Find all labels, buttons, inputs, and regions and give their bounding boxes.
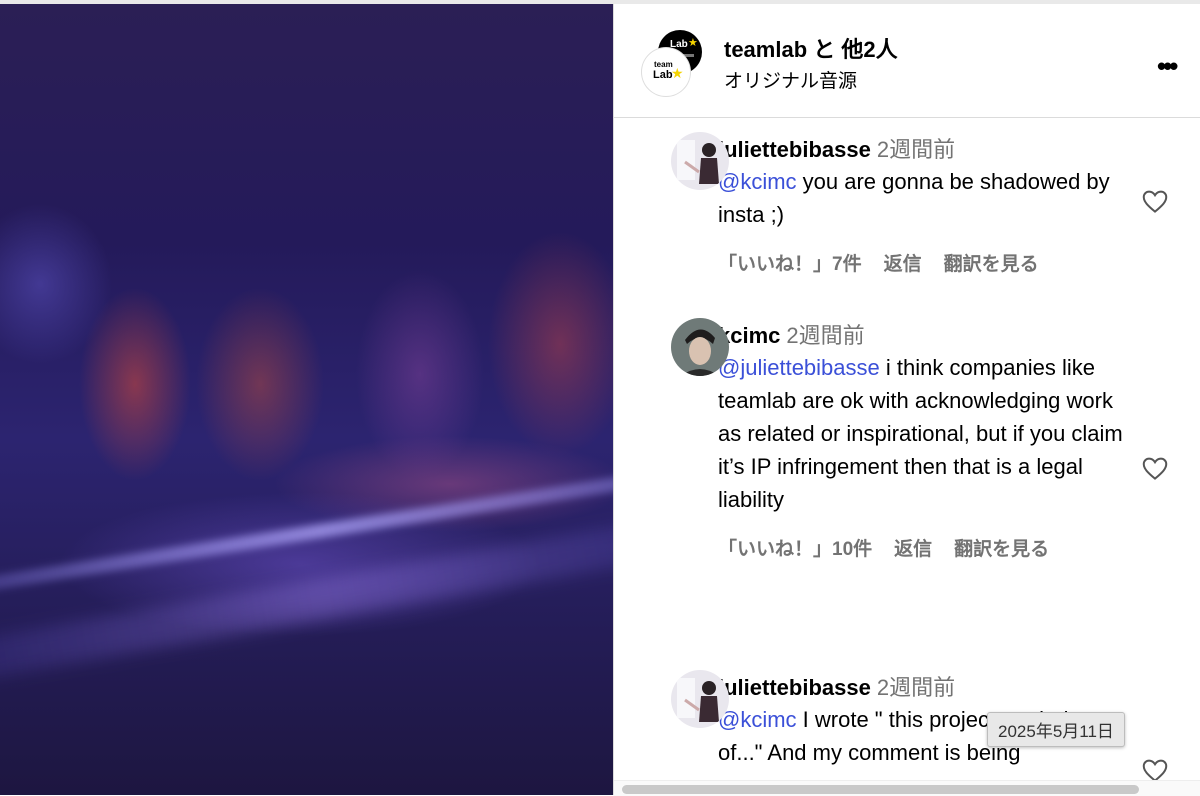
comment-list[interactable]: juliettebibasse 2週間前 @kcimc you are gonna… xyxy=(614,118,1200,780)
comment-time[interactable]: 2週間前 xyxy=(877,675,955,700)
heart-icon[interactable] xyxy=(1140,755,1170,780)
avatar[interactable] xyxy=(671,670,729,728)
owner-avatars[interactable]: Lab ★ team Lab ★ xyxy=(642,30,704,96)
post-owner[interactable]: teamlab と 他2人 xyxy=(724,32,898,64)
light-glow xyxy=(0,516,613,682)
comment-username[interactable]: juliettebibasse xyxy=(718,675,871,700)
star-icon: ★ xyxy=(688,37,698,49)
comment-time[interactable]: 2週間前 xyxy=(877,137,955,162)
comment-actions: 「いいね！」7件 返信 翻訳を見る xyxy=(718,249,1138,276)
more-icon[interactable]: ••• xyxy=(1157,51,1178,82)
star-icon: ★ xyxy=(671,65,684,81)
post-media[interactable] xyxy=(0,4,613,795)
comment-actions: 「いいね！」10件 返信 翻訳を見る xyxy=(718,534,1138,561)
post-header: Lab ★ team Lab ★ teamlab と 他2人 オリジナル音源 •… xyxy=(614,4,1200,118)
mention-link[interactable]: @kcimc xyxy=(718,169,797,194)
scrollbar-thumb[interactable] xyxy=(622,785,1139,794)
comment-text: @kcimc you are gonna be shadowed by inst… xyxy=(718,165,1138,231)
mention-link[interactable]: @juliettebibasse xyxy=(718,355,880,380)
post-sidebar: Lab ★ team Lab ★ teamlab と 他2人 オリジナル音源 •… xyxy=(613,4,1200,796)
translate-button[interactable]: 翻訳を見る xyxy=(944,249,1039,276)
comment-username[interactable]: juliettebibasse xyxy=(718,137,871,162)
likes-count[interactable]: 「いいね！」7件 xyxy=(718,249,862,276)
translate-button[interactable]: 翻訳を見る xyxy=(954,534,1049,561)
comment-item: juliettebibasse 2週間前 @kcimc you are gonna… xyxy=(671,132,1138,276)
reply-button[interactable]: 返信 xyxy=(884,249,922,276)
heart-icon[interactable] xyxy=(1140,453,1170,483)
heart-icon[interactable] xyxy=(1140,186,1170,216)
audio-label[interactable]: オリジナル音源 xyxy=(724,66,857,93)
avatar[interactable] xyxy=(671,132,729,190)
comment-item: kcimc 2週間前 @juliettebibasse i think compa… xyxy=(671,318,1138,561)
likes-count[interactable]: 「いいね！」10件 xyxy=(718,534,872,561)
collab-avatar[interactable]: team Lab ★ xyxy=(642,48,690,96)
reply-button[interactable]: 返信 xyxy=(894,534,932,561)
avatar[interactable] xyxy=(671,318,729,376)
comment-text: @juliettebibasse i think companies like … xyxy=(718,351,1138,516)
mention-link[interactable]: @kcimc xyxy=(718,707,797,732)
comment-time[interactable]: 2週間前 xyxy=(786,323,864,348)
horizontal-scrollbar[interactable] xyxy=(614,780,1200,796)
date-tooltip: 2025年5月11日 xyxy=(987,712,1125,747)
